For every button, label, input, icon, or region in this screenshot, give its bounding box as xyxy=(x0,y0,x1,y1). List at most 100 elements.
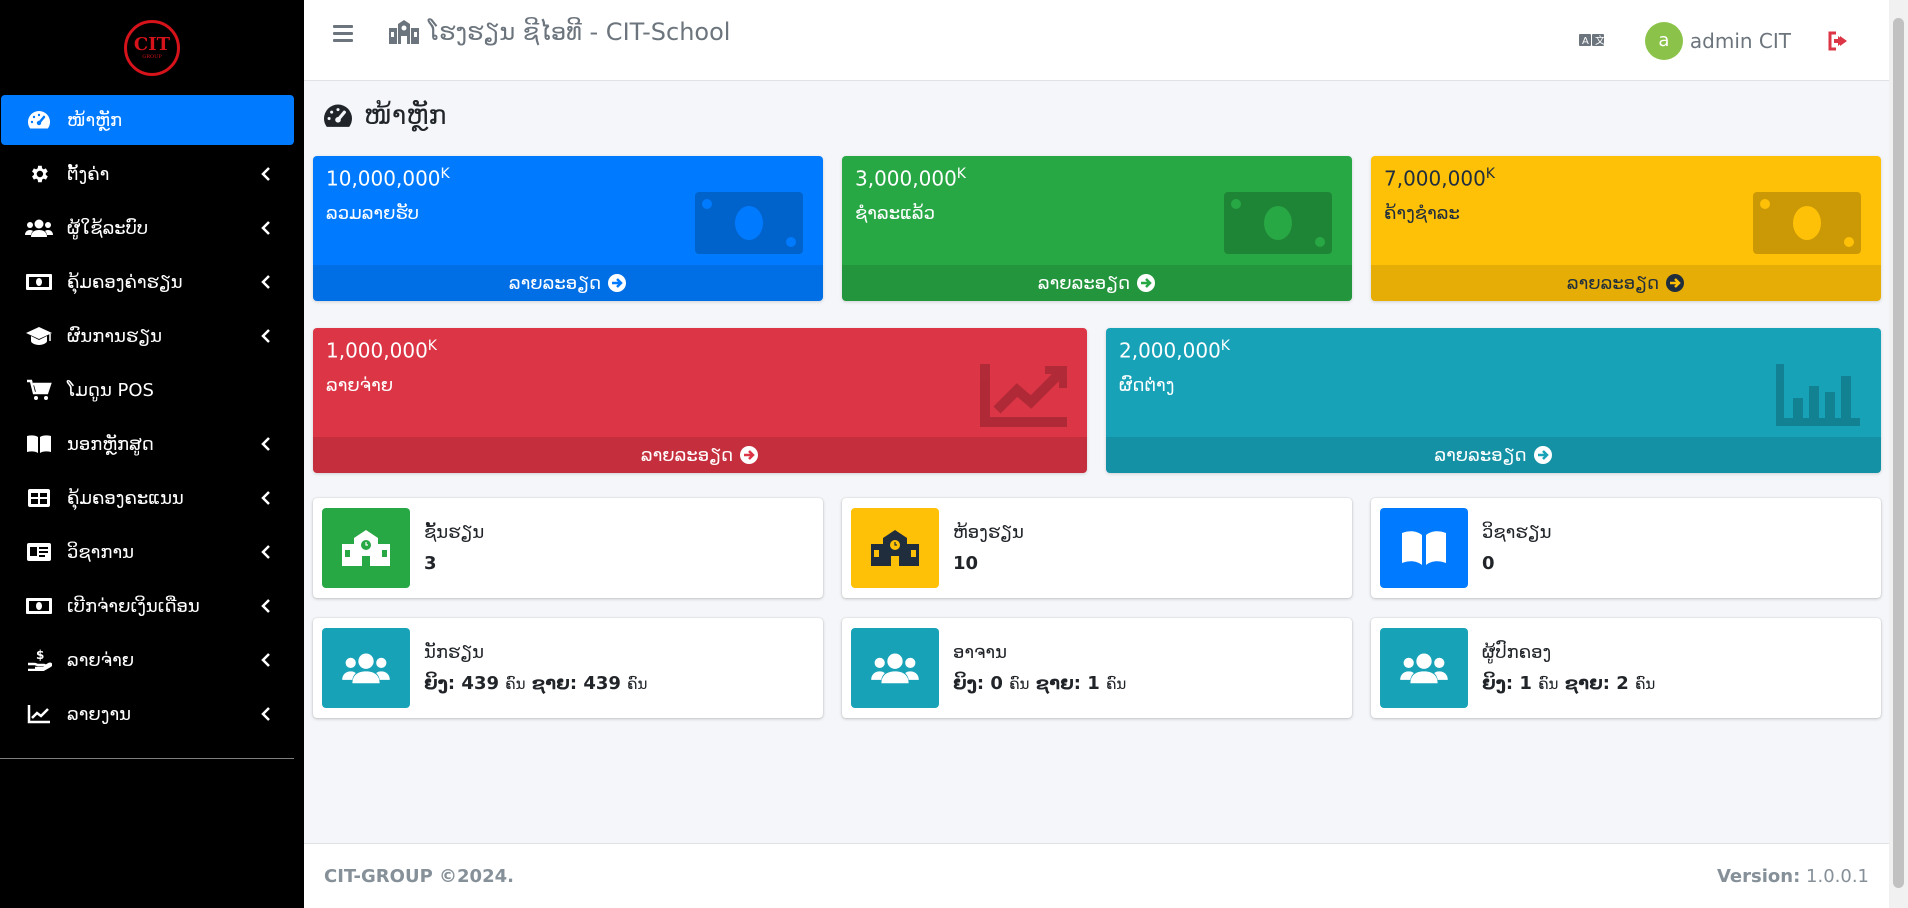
money-icon xyxy=(25,270,53,294)
dashboard-icon xyxy=(25,108,53,132)
users-icon xyxy=(25,216,53,240)
footer-copyright: CIT-GROUP ©2024. xyxy=(324,865,514,887)
teachers-female-count: 0 xyxy=(990,673,1003,694)
teachers-counts: ຍິງ: 0 ຄົນ ຊາຍ: 1 ຄົນ xyxy=(953,673,1127,694)
user-avatar[interactable]: a xyxy=(1644,21,1683,60)
total-income-value: 10,000,000K xyxy=(326,166,450,191)
classes-label: ຊັ້ນຮຽນ xyxy=(424,522,485,543)
classes-info-box[interactable]: ຊັ້ນຮຽນ 3 xyxy=(313,498,823,598)
subjects-info-box[interactable]: ວິຊາຮຽນ 0 xyxy=(1371,498,1881,598)
paid-more-link[interactable]: ລາຍລະອຽດ xyxy=(842,265,1352,301)
chevron-left-icon xyxy=(261,221,270,235)
expense-more-link[interactable]: ລາຍລະອຽດ xyxy=(313,437,1087,473)
users-icon xyxy=(1380,628,1468,708)
sidebar-item-dashboard[interactable]: ໜ້າຫຼັກ xyxy=(1,95,294,145)
money-bill-icon xyxy=(1753,192,1861,254)
arrow-circle-right-icon xyxy=(740,446,759,464)
subjects-count: 0 xyxy=(1482,553,1495,574)
chevron-left-icon xyxy=(261,653,270,667)
hamburger-menu-icon[interactable] xyxy=(333,25,353,43)
students-info-box[interactable]: ນັກຮຽນ ຍິງ: 439 ຄົນ ຊາຍ: 439 ຄົນ xyxy=(313,618,823,718)
sidebar-item-label: ໜ້າຫຼັກ xyxy=(67,109,123,131)
subjects-label: ວິຊາຮຽນ xyxy=(1482,522,1552,543)
unpaid-value: 7,000,000K xyxy=(1384,166,1495,191)
sidebar-item-settings[interactable]: ຕັ້ງຄ່າ xyxy=(1,149,294,199)
page-footer: CIT-GROUP ©2024. Version: 1.0.0.1 xyxy=(304,843,1889,908)
rooms-label: ຫ້ອງຮຽນ xyxy=(953,522,1024,543)
arrow-circle-right-icon xyxy=(1666,274,1685,292)
page-scrollbar[interactable] xyxy=(1889,0,1908,908)
page-title-text: ໜ້າຫຼັກ xyxy=(364,100,447,131)
school-icon xyxy=(851,508,939,588)
chevron-left-icon xyxy=(261,599,270,613)
sidebar-item-reports[interactable]: ລາຍງານ xyxy=(1,689,294,739)
expense-box: 1,000,000K ລາຍຈ່າຍ ລາຍລະອຽດ xyxy=(313,328,1087,473)
gear-icon xyxy=(25,162,53,186)
students-female-count: 439 xyxy=(461,673,499,694)
arrow-circle-right-icon xyxy=(1533,446,1552,464)
sidebar-item-payroll[interactable]: ເບີກຈ່າຍເງິນເດືອນ xyxy=(1,581,294,631)
sidebar-item-academic[interactable]: ວິຊາການ xyxy=(1,527,294,577)
table-icon xyxy=(25,486,53,510)
book-open-icon xyxy=(1380,508,1468,588)
students-label: ນັກຮຽນ xyxy=(424,642,485,663)
paid-box: 3,000,000K ຊຳລະແລ້ວ ລາຍລະອຽດ xyxy=(842,156,1352,301)
school-brand[interactable]: ໂຮງຮຽນ ຊີໄອທີ - CIT-School xyxy=(388,18,730,46)
id-card-icon xyxy=(25,540,53,564)
sidebar-item-label: ໂມດູນ POS xyxy=(67,379,154,401)
cart-icon xyxy=(25,378,53,402)
cit-logo: CIT GROUP xyxy=(124,19,180,76)
sidebar-item-label: ຜົນການຮຽນ xyxy=(67,325,162,347)
school-icon xyxy=(389,20,419,44)
parents-info-box[interactable]: ຜູ້ປົກຄອງ ຍິງ: 1 ຄົນ ຊາຍ: 2 ຄົນ xyxy=(1371,618,1881,718)
teachers-label: ອາຈານ xyxy=(953,642,1007,663)
sidebar-item-results[interactable]: ຜົນການຮຽນ xyxy=(1,311,294,361)
language-icon[interactable]: A文 xyxy=(1577,30,1607,52)
arrow-circle-right-icon xyxy=(1137,274,1156,292)
classes-count: 3 xyxy=(424,553,437,574)
sidebar-item-label: ວິຊາການ xyxy=(67,541,135,563)
sidebar-item-expenses[interactable]: $ ລາຍຈ່າຍ xyxy=(1,635,294,685)
difference-label: ຜົດຕ່າງ xyxy=(1119,374,1175,396)
expense-value: 1,000,000K xyxy=(326,338,437,363)
scrollbar-thumb[interactable] xyxy=(1893,18,1904,888)
difference-more-link[interactable]: ລາຍລະອຽດ xyxy=(1106,437,1881,473)
logo-area[interactable]: CIT GROUP xyxy=(0,0,304,95)
navbar-right: A文 a admin CIT xyxy=(1577,0,1889,81)
teachers-info-box[interactable]: ອາຈານ ຍິງ: 0 ຄົນ ຊາຍ: 1 ຄົນ xyxy=(842,618,1352,718)
money-bill-icon xyxy=(695,192,803,254)
dashboard-icon xyxy=(324,104,352,127)
svg-text:$: $ xyxy=(36,649,44,662)
sidebar-item-users[interactable]: ຜູ້ໃຊ້ລະບົບ xyxy=(1,203,294,253)
total-income-more-link[interactable]: ລາຍລະອຽດ xyxy=(313,265,823,301)
chevron-left-icon xyxy=(261,437,270,451)
svg-text:文: 文 xyxy=(1595,34,1605,47)
parents-female-count: 1 xyxy=(1519,673,1532,694)
students-male-count: 439 xyxy=(583,673,621,694)
user-name[interactable]: admin CIT xyxy=(1690,29,1791,53)
sidebar-item-extracurricular[interactable]: ນອກຫຼັກສູດ xyxy=(1,419,294,469)
users-icon xyxy=(851,628,939,708)
sidebar-item-scores[interactable]: ຄຸ້ມຄອງຄະແນນ xyxy=(1,473,294,523)
unpaid-more-link[interactable]: ລາຍລະອຽດ xyxy=(1371,265,1881,301)
sidebar-item-label: ຄຸ້ມຄອງຄ່າຮຽນ xyxy=(67,271,183,293)
sidebar-item-pos[interactable]: ໂມດູນ POS xyxy=(1,365,294,415)
chevron-left-icon xyxy=(261,329,270,343)
sidebar-menu: ໜ້າຫຼັກ ຕັ້ງຄ່າ ຜູ້ໃຊ້ລະບົບ ຄຸ້ມຄອງຄ່າຮຽ… xyxy=(0,95,304,739)
rooms-info-box[interactable]: ຫ້ອງຮຽນ 10 xyxy=(842,498,1352,598)
arrow-circle-right-icon xyxy=(608,274,627,292)
sidebar-item-tuition[interactable]: ຄຸ້ມຄອງຄ່າຮຽນ xyxy=(1,257,294,307)
difference-box: 2,000,000K ຜົດຕ່າງ ລາຍລະອຽດ xyxy=(1106,328,1881,473)
logout-icon[interactable] xyxy=(1827,30,1851,52)
difference-value: 2,000,000K xyxy=(1119,338,1230,363)
parents-counts: ຍິງ: 1 ຄົນ ຊາຍ: 2 ຄົນ xyxy=(1482,673,1656,694)
chart-line-icon xyxy=(25,702,53,726)
paid-value: 3,000,000K xyxy=(855,166,966,191)
sidebar-item-label: ຕັ້ງຄ່າ xyxy=(67,163,110,185)
unpaid-box: 7,000,000K ຄ້າງຊຳລະ ລາຍລະອຽດ xyxy=(1371,156,1881,301)
logo-subtext: GROUP xyxy=(142,53,162,60)
logo-text: CIT xyxy=(133,33,171,55)
sidebar-item-label: ລາຍຈ່າຍ xyxy=(67,649,135,671)
book-icon xyxy=(25,432,53,456)
hand-money-icon: $ xyxy=(25,648,53,672)
